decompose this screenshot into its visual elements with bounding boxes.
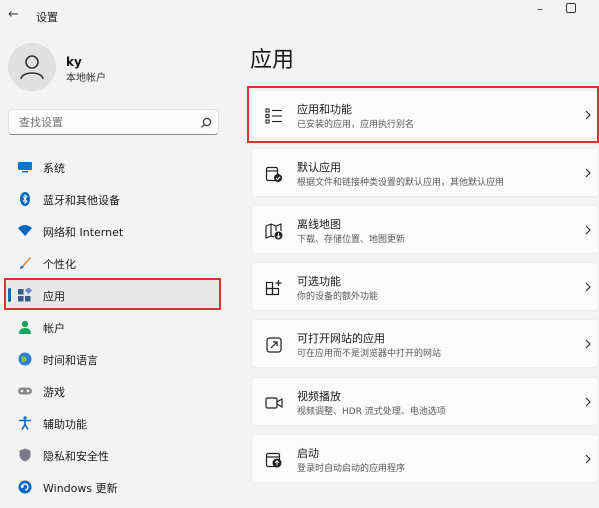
sidebar-item-label: 帐户 bbox=[43, 322, 65, 335]
minimize-button[interactable]: – bbox=[530, 2, 550, 18]
card-subtitle: 根据文件和链接种类设置的默认应用，其他默认应用 bbox=[297, 178, 505, 188]
sidebar-item-label: 时间和语言 bbox=[43, 354, 98, 367]
app-title: 设置 bbox=[36, 11, 58, 24]
apps-for-websites-icon bbox=[266, 337, 282, 353]
maximize-icon bbox=[566, 3, 576, 13]
page-title: 应用 bbox=[250, 48, 295, 73]
account-type: 本地帐户 bbox=[66, 73, 106, 84]
sidebar-item-label: 隐私和安全性 bbox=[43, 450, 109, 463]
sidebar-item-time-language[interactable]: 时间和语言 bbox=[6, 344, 220, 374]
card-startup[interactable]: 启动 登录时自动启动的应用程序 bbox=[251, 434, 599, 483]
card-subtitle: 视频调整、HDR 流式处理、电池选项 bbox=[297, 407, 446, 417]
search-icon[interactable] bbox=[199, 116, 213, 130]
default-apps-icon bbox=[265, 166, 282, 182]
user-name: ky bbox=[66, 55, 82, 69]
time-language-icon bbox=[18, 352, 32, 366]
card-title: 离线地图 bbox=[297, 218, 341, 231]
card-title: 启动 bbox=[297, 447, 319, 460]
network-icon bbox=[18, 225, 32, 236]
sidebar-item-windows-update[interactable]: Windows 更新 bbox=[6, 472, 220, 502]
sidebar-item-label: 个性化 bbox=[43, 258, 76, 271]
card-title: 默认应用 bbox=[297, 161, 341, 174]
accounts-icon bbox=[19, 320, 31, 334]
chevron-right-icon bbox=[585, 397, 591, 407]
sidebar-item-label: 网络和 Internet bbox=[43, 226, 124, 239]
bluetooth-icon bbox=[20, 192, 30, 206]
card-title: 视频播放 bbox=[297, 390, 341, 403]
highlight-box-nav bbox=[4, 278, 221, 310]
sidebar-item-system[interactable]: 系统 bbox=[6, 152, 220, 182]
title-bar: ← 设置 – bbox=[0, 0, 599, 32]
sidebar-item-bluetooth[interactable]: 蓝牙和其他设备 bbox=[6, 184, 220, 214]
windows-update-icon bbox=[18, 480, 32, 494]
optional-features-icon bbox=[265, 280, 282, 296]
sidebar-item-personalization[interactable]: 个性化 bbox=[6, 248, 220, 278]
chevron-right-icon bbox=[585, 168, 591, 178]
card-video-playback[interactable]: 视频播放 视频调整、HDR 流式处理、电池选项 bbox=[251, 377, 599, 426]
chevron-right-icon bbox=[585, 225, 591, 235]
video-playback-icon bbox=[265, 397, 283, 409]
card-default-apps[interactable]: 默认应用 根据文件和链接种类设置的默认应用，其他默认应用 bbox=[251, 148, 599, 197]
avatar[interactable] bbox=[8, 43, 56, 91]
card-title: 可选功能 bbox=[297, 275, 341, 288]
chevron-right-icon bbox=[585, 282, 591, 292]
shield-icon bbox=[19, 448, 31, 462]
offline-maps-icon bbox=[265, 223, 283, 240]
chevron-right-icon bbox=[585, 339, 591, 349]
system-icon bbox=[18, 162, 32, 173]
sidebar-item-label: 辅助功能 bbox=[43, 418, 87, 431]
card-apps-for-websites[interactable]: 可打开网站的应用 可在应用而不是浏览器中打开的网站 bbox=[251, 319, 599, 368]
sidebar-item-accounts[interactable]: 帐户 bbox=[6, 312, 220, 342]
sidebar-item-label: 蓝牙和其他设备 bbox=[43, 194, 120, 207]
card-optional-features[interactable]: 可选功能 你的设备的额外功能 bbox=[251, 262, 599, 311]
sidebar-item-label: 系统 bbox=[43, 162, 65, 175]
sidebar-item-privacy[interactable]: 隐私和安全性 bbox=[6, 440, 220, 470]
sidebar-item-accessibility[interactable]: 辅助功能 bbox=[6, 408, 220, 438]
gaming-icon bbox=[18, 387, 32, 395]
card-subtitle: 可在应用而不是浏览器中打开的网站 bbox=[297, 349, 442, 359]
highlight-box-card bbox=[247, 86, 599, 143]
search-input[interactable] bbox=[19, 116, 179, 129]
sidebar-item-label: 游戏 bbox=[43, 386, 65, 399]
sidebar-item-label: Windows 更新 bbox=[43, 482, 118, 495]
back-button[interactable]: ← bbox=[8, 6, 24, 24]
maximize-button[interactable] bbox=[566, 3, 578, 15]
startup-icon bbox=[265, 452, 282, 468]
accessibility-icon bbox=[19, 416, 31, 430]
card-title: 可打开网站的应用 bbox=[297, 332, 385, 345]
search-box[interactable] bbox=[8, 109, 219, 135]
brush-icon bbox=[20, 257, 31, 269]
sidebar-item-gaming[interactable]: 游戏 bbox=[6, 376, 220, 406]
user-icon bbox=[20, 55, 44, 80]
card-subtitle: 你的设备的额外功能 bbox=[297, 292, 379, 302]
card-subtitle: 登录时自动启动的应用程序 bbox=[297, 464, 406, 474]
chevron-right-icon bbox=[585, 454, 591, 464]
sidebar-item-network[interactable]: 网络和 Internet bbox=[6, 216, 220, 246]
card-subtitle: 下载、存储位置、地图更新 bbox=[297, 235, 406, 245]
card-offline-maps[interactable]: 离线地图 下载、存储位置、地图更新 bbox=[251, 205, 599, 254]
